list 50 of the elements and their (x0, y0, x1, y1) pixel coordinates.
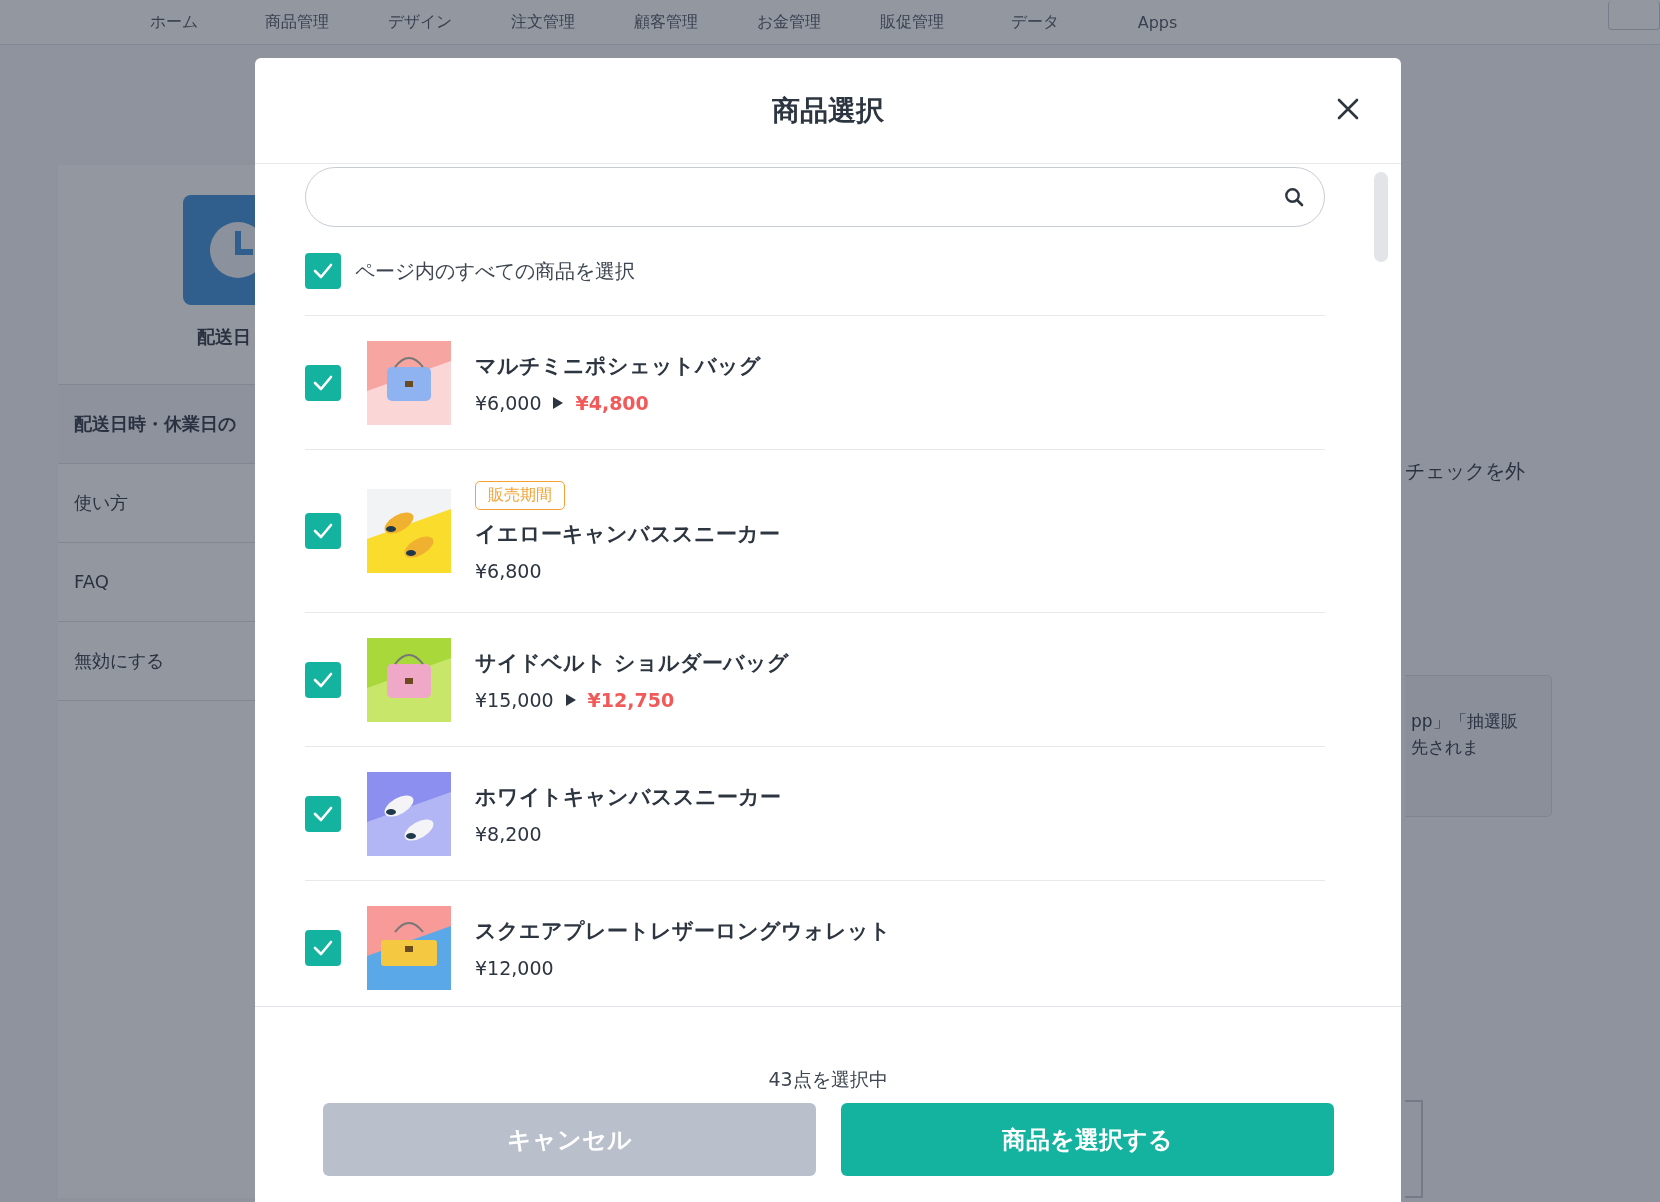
product-name: スクエアプレートレザーロングウォレット (475, 917, 891, 945)
dialog-title: 商品選択 (772, 92, 884, 129)
note-text: 先されま (1410, 736, 1480, 759)
check-icon (312, 670, 334, 689)
nav-link[interactable]: Apps (1096, 12, 1219, 32)
app-title: 配送日 (197, 325, 252, 349)
checkbox-label[interactable]: ページ内のすべての商品を選択 (355, 257, 635, 285)
product-name: サイドベルト ショルダーバッグ (475, 649, 790, 677)
arrow-icon (565, 693, 576, 706)
sale-price: ¥12,750 (587, 688, 675, 711)
scrollbar[interactable] (1374, 172, 1388, 262)
nav-link[interactable]: 顧客管理 (604, 11, 727, 33)
sale-period-tag: 販売期間 (475, 480, 565, 510)
nav-link[interactable]: データ (973, 11, 1096, 33)
product-price: ¥8,200 (475, 822, 542, 845)
check-icon (312, 804, 334, 823)
search-icon (1284, 187, 1304, 207)
nav-link[interactable]: お金管理 (727, 11, 850, 33)
product-price: ¥6,000 (475, 391, 542, 414)
checkbox[interactable] (305, 661, 341, 698)
check-icon (312, 522, 334, 540)
product-price: ¥6,800 (475, 559, 542, 582)
close-icon[interactable] (1337, 98, 1359, 120)
product-price: ¥12,000 (475, 956, 554, 979)
nav-link[interactable]: 商品管理 (235, 11, 358, 33)
nav-link[interactable]: デザイン (358, 11, 481, 33)
description-text: チェックを外 (1405, 458, 1526, 485)
sale-price: ¥4,800 (575, 391, 649, 414)
arrow-icon (553, 396, 564, 409)
check-icon (312, 938, 334, 957)
clock-icon (183, 195, 255, 305)
check-icon (312, 373, 334, 392)
checkbox[interactable] (305, 929, 341, 966)
product-name: イエローキャンバススニーカー (475, 520, 780, 548)
nav-link[interactable]: 販促管理 (850, 11, 973, 33)
sidebar-item[interactable]: 配送日時・休業日の (58, 385, 255, 464)
nav-link[interactable]: 注文管理 (481, 11, 604, 33)
product-price: ¥15,000 (475, 688, 554, 711)
product-name: ホワイトキャンバススニーカー (475, 783, 781, 811)
select-products-button[interactable]: 商品を選択する (840, 1103, 1334, 1176)
checkbox[interactable] (305, 364, 341, 401)
check-icon (312, 262, 334, 280)
nav-link[interactable]: ホーム (112, 11, 235, 33)
selection-count: 43点を選択中 (768, 1067, 888, 1092)
product-name: マルチミニポシェットバッグ (475, 352, 761, 380)
checkbox[interactable] (305, 513, 341, 549)
note-text: pp」「抽選販 (1410, 710, 1519, 733)
cancel-button[interactable]: キャンセル (322, 1103, 816, 1176)
checkbox[interactable] (305, 795, 341, 832)
checkbox[interactable] (305, 253, 341, 289)
